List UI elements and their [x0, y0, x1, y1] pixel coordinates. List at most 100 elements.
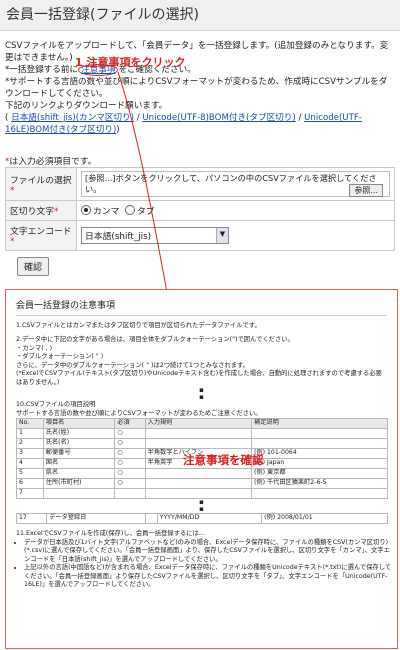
sample-link-shiftjis[interactable]: 日本語(shift_jis)(カンマ区切り) [11, 113, 134, 123]
notice-p2d: (*ExcelでCSVファイル(テキスト(タブ区切り)やUnicodeテキスト含… [16, 370, 382, 386]
notice-p2: 2.データ中に下記の文字がある場合は、項目全体をダブルクォーテーション(")で囲… [16, 336, 294, 343]
encoding-cell: 日本語(shift_jis) ▼ [76, 220, 395, 251]
radio-tab[interactable] [125, 205, 135, 215]
spec-header-cell: 必須 [114, 418, 146, 429]
notice-bullets: データが日本語及び1バイト文字(アルファベットなど)のみの場合、Excelデータ… [16, 539, 394, 590]
table-cell: 3 [16, 448, 44, 459]
table-cell: 1 [16, 428, 44, 439]
table-cell: 17 [15, 513, 48, 524]
table-row: 17 データ登録日 YYYY/MM/DD (例) 2008/01/01 [15, 513, 388, 524]
table-cell [144, 478, 253, 489]
encoding-value: 日本語(shift_jis) [85, 232, 152, 242]
callout-click-notice: 1 注意事項をクリック [75, 56, 186, 69]
table-cell [251, 488, 388, 499]
notice-p1: 1.CSVファイルとはカンマまたはタブ区切りで項目が区切られたデータファイルです… [16, 321, 261, 329]
encoding-label-text: 文字エンコード [10, 227, 72, 237]
intro-line-3: *サポートする言語の数や並び順によりCSVフォーマットが変わるため、作成時にCS… [5, 77, 388, 99]
sample-link-utf8[interactable]: Unicode(UTF-8)BOM付き(タブ区切り) [142, 113, 295, 123]
encoding-select[interactable]: 日本語(shift_jis) ▼ [81, 227, 229, 244]
table-cell: 氏名(名) [42, 438, 116, 449]
table-cell: 6 [16, 478, 44, 489]
required-note-text: は入力必須項目です。 [9, 157, 97, 167]
table-cell: 県名 [42, 468, 116, 479]
intro-line-2: *一括登録する前に 注意事項 をご確認ください。 [5, 64, 395, 76]
table-cell: 5 [16, 468, 44, 479]
table-cell [251, 428, 388, 439]
notice-bullet-2: 上記以外の言語(中国語など)が含まれる場合、Excelデータ保存時に、ファイルの… [24, 564, 394, 590]
intro-line-4: 下記のリンクよりダウンロード願います。 [5, 101, 168, 111]
table-row: 6 住所(市町村) ○ (例) 千代田区猿楽町2-6-5 [16, 478, 388, 489]
table-cell: 7 [16, 488, 44, 499]
file-input[interactable]: [参照...]ボタンをクリックして、パソコンの中のCSVファイルを選択してくださ… [81, 171, 390, 197]
table-row: 1 氏名(姓) ○ [16, 428, 388, 439]
radio-comma[interactable] [81, 205, 91, 215]
notice-panel: 会員一括登録の注意事項 1.CSVファイルとはカンマまたはタブ区切りで項目が区切… [5, 289, 398, 649]
callout-confirm-notice: 注意事項を確認 [183, 453, 264, 467]
browse-button[interactable]: 参照... [349, 184, 383, 197]
table-cell [145, 513, 158, 524]
table-cell: (例) 2008/01/01 [261, 513, 388, 524]
encoding-label: 文字エンコード* [5, 220, 77, 251]
table-cell: 郵便番号 [42, 448, 116, 459]
table-cell: 2 [16, 438, 44, 449]
table-cell [42, 488, 116, 499]
upload-form: ファイルの選択* [参照...]ボタンをクリックして、パソコンの中のCSVファイ… [5, 167, 395, 251]
dot: ▪ [199, 505, 204, 513]
table-cell: YYYY/MM/DD [156, 513, 263, 524]
file-label: ファイルの選択* [5, 167, 77, 201]
radio-tab-label: タブ [137, 207, 155, 217]
table-cell: ○ [114, 478, 146, 489]
required-mark: * [10, 237, 15, 247]
intro-line-2-pre: *一括登録する前に [5, 65, 79, 75]
table-cell [114, 488, 146, 499]
spec-table-header: No. 項目名 必須 入力規則 補足説明 [16, 418, 388, 429]
table-cell: (例) 千代田区猿楽町2-6-5 [251, 478, 388, 489]
notice-p2b: ・ダブルクォーテーション( " ) [16, 353, 104, 360]
table-cell: データ登録日 [46, 513, 146, 524]
table-cell: (例) 東京都 [251, 468, 388, 479]
table-cell: 住所(市町村) [42, 478, 116, 489]
notice-p2a: ・カンマ( , ) [16, 344, 53, 352]
sample-links: ( 日本語(shift_jis)(カンマ区切り) / Unicode(UTF-8… [5, 113, 362, 135]
notice-title: 会員一括登録の注意事項 [16, 302, 386, 316]
ellipsis-dots: ▪ ▪ [6, 387, 397, 401]
intro-text: CSVファイルをアップロードして、「会員データ」を一括登録します。(追加登録のみ… [5, 40, 395, 136]
table-cell: 国名 [42, 458, 116, 469]
confirm-button[interactable]: 確認 [17, 257, 50, 276]
file-cell: [参照...]ボタンをクリックして、パソコンの中のCSVファイルを選択してくださ… [76, 167, 395, 201]
dot: ▪ [199, 393, 204, 401]
table-row: 7 [16, 488, 388, 499]
table-cell: ○ [114, 428, 146, 439]
table-row: 2 氏名(名) ○ [16, 438, 388, 449]
table-cell [144, 438, 253, 449]
radio-comma-label: カンマ [93, 207, 120, 217]
table-cell: ○ [114, 448, 146, 459]
spec-header-cell: No. [16, 418, 44, 429]
table-cell [144, 428, 253, 439]
table-cell: ○ [114, 458, 146, 469]
notice-p10-sub: サポートする言語の数や並び順によりCSVフォーマットが変わるためご注意ください。 [16, 409, 262, 417]
spec-table-last: 17 データ登録日 YYYY/MM/DD (例) 2008/01/01 [15, 513, 388, 524]
chevron-down-icon: ▼ [216, 228, 228, 243]
delimiter-label-text: 区切り文字 [10, 207, 54, 217]
ellipsis-dots: ▪ ▪ [6, 499, 397, 513]
spec-header-cell: 項目名 [42, 418, 116, 429]
table-cell: (例) 101-0064 [251, 448, 388, 459]
table-cell: ○ [114, 468, 146, 479]
notice-p2c: さらに、データ中のダブルクォーテーション( " )は2つ続けて1つとみなされます… [16, 361, 249, 369]
notice-p11: 11.ExcelでCSVファイルを作成(保存)し、会員一括登録するには… [16, 530, 206, 537]
table-cell [144, 488, 253, 499]
spec-header-cell: 入力規則 [144, 418, 253, 429]
table-cell: 4 [16, 458, 44, 469]
table-cell: (例) Japan [251, 458, 388, 469]
file-hint: [参照...]ボタンをクリックして、パソコンの中のCSVファイルを選択してくださ… [85, 173, 377, 194]
table-cell [251, 438, 388, 449]
link-separator: / [295, 113, 305, 123]
page-title: 会員一括登録(ファイルの選択) [0, 0, 400, 31]
table-row: 5 県名 ○ (例) 東京都 [16, 468, 388, 479]
required-mark: * [54, 207, 59, 217]
required-mark: * [10, 185, 15, 196]
delimiter-cell: カンマ タブ [76, 200, 395, 221]
intro-line-1: CSVファイルをアップロードして、「会員データ」を一括登録します。(追加登録のみ… [5, 41, 389, 63]
table-cell: 氏名(姓) [42, 428, 116, 439]
